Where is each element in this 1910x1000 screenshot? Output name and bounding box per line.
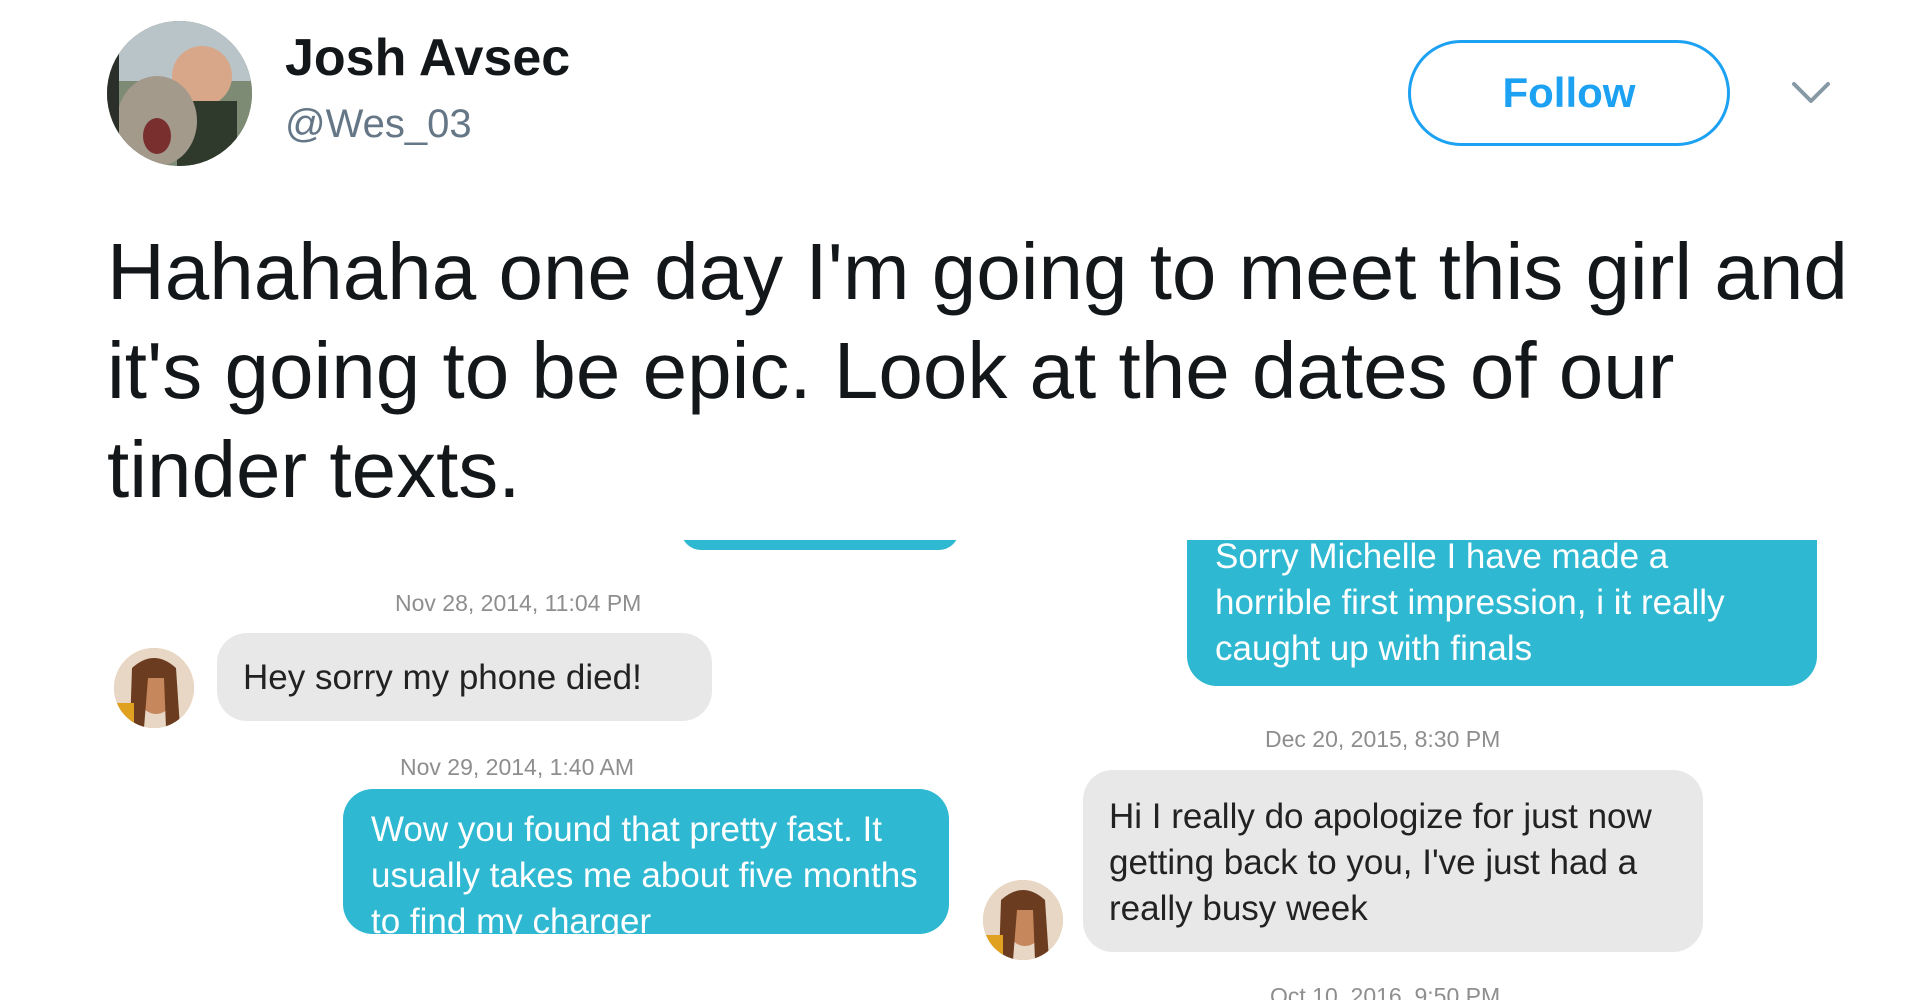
sent-message: Sorry Michelle I have made a horrible fi… [1187, 540, 1817, 686]
tweet-media[interactable]: Nov 28, 2014, 11:04 PM Hey sorry my phon… [107, 540, 1827, 1000]
message-timestamp: Nov 28, 2014, 11:04 PM [395, 590, 642, 616]
author-handle[interactable]: @Wes_03 [285, 102, 472, 147]
match-avatar [114, 648, 194, 728]
message-timestamp: Oct 10, 2016, 9:50 PM [1270, 983, 1501, 1000]
match-avatar [983, 880, 1063, 960]
received-message: Hi I really do apologize for just now ge… [1083, 770, 1703, 952]
author-name[interactable]: Josh Avsec [285, 28, 570, 88]
sent-message: Wow you found that pretty fast. It usual… [343, 789, 949, 941]
tweet-text: Hahahaha one day I'm going to meet this … [107, 227, 1848, 514]
chevron-down-icon[interactable] [1790, 78, 1832, 108]
avatar[interactable] [107, 21, 252, 166]
cropped-sent-bubble [681, 540, 959, 550]
profile-photo-icon [107, 21, 252, 166]
message-timestamp: Nov 29, 2014, 1:40 AM [400, 754, 634, 780]
message-timestamp: Dec 20, 2015, 8:30 PM [1265, 726, 1501, 752]
follow-button[interactable]: Follow [1408, 40, 1730, 146]
received-message: Hey sorry my phone died! [217, 633, 712, 721]
